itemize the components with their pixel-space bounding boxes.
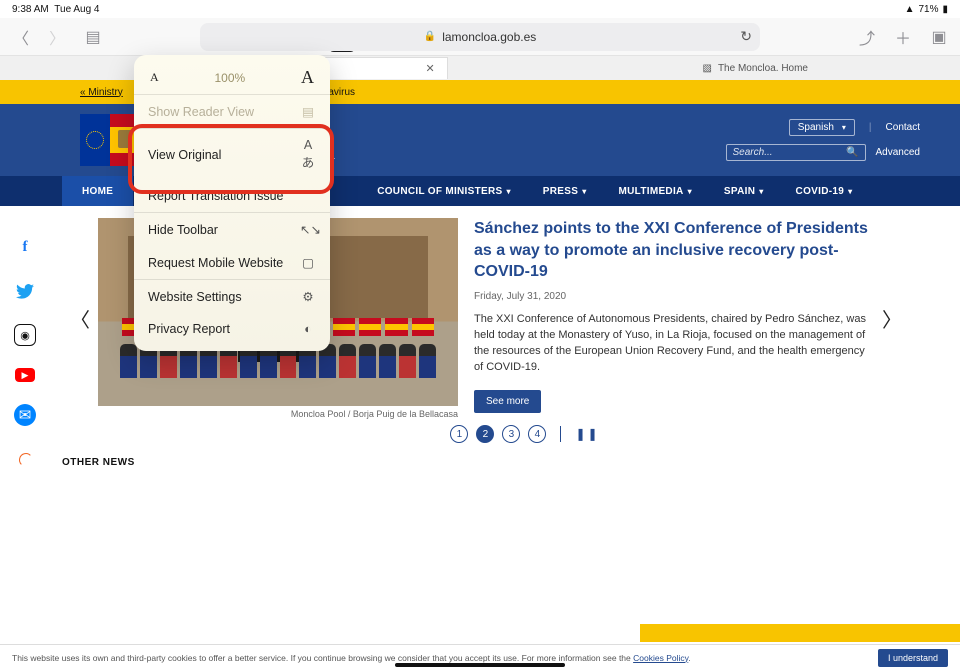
share-button[interactable]: ⤴ [856, 26, 878, 48]
nav-item[interactable]: PRESS▾ [527, 176, 603, 206]
zoom-level: 100% [214, 71, 245, 85]
chevron-down-icon: ▾ [688, 187, 692, 196]
nav-item[interactable]: MULTIMEDIA▾ [603, 176, 708, 206]
other-news-heading: OTHER NEWS [62, 457, 960, 468]
page-settings-popover: A 100% A Show Reader View▤ View Original… [134, 55, 330, 351]
pager-dot[interactable]: 4 [528, 425, 546, 443]
menu-show-reader: Show Reader View▤ [134, 95, 330, 128]
search-icon[interactable]: 🔍 [846, 147, 858, 158]
zoom-in-button[interactable]: A [301, 67, 314, 88]
address-domain: lamoncloa.gob.es [442, 30, 536, 44]
nav-home[interactable]: HOME [62, 176, 133, 206]
translate-icon: Aあ [300, 138, 316, 171]
reader-icon: ▤ [300, 104, 316, 119]
menu-report-translation[interactable]: Report Translation Issue [134, 180, 330, 212]
menu-privacy-report[interactable]: Privacy Report◐ [134, 313, 330, 345]
menu-website-settings[interactable]: Website Settings⚙ [134, 280, 330, 313]
battery-percent: 71% [918, 4, 938, 15]
cookies-policy-link[interactable]: Cookies Policy [633, 653, 688, 663]
pager-dot[interactable]: 2 [476, 425, 494, 443]
zoom-out-button[interactable]: A [150, 70, 159, 85]
shield-icon: ◐ [300, 322, 316, 336]
nav-item[interactable]: COVID-19▾ [780, 176, 869, 206]
back-button[interactable]: 〈 [10, 26, 32, 48]
facebook-icon[interactable]: f [14, 236, 36, 258]
carousel-pager: 1 2 3 4 ❚❚ [0, 425, 960, 443]
reload-button[interactable]: ↻ [740, 28, 752, 45]
cookies-accept-button[interactable]: I understand [878, 649, 948, 667]
contact-link[interactable]: Contact [886, 122, 920, 133]
section-underline [640, 624, 960, 642]
banner-link[interactable]: « Ministry [80, 87, 123, 98]
language-select[interactable]: Spanish▾ [789, 119, 855, 136]
address-bar[interactable]: 🔒 lamoncloa.gob.es ↻ [200, 23, 760, 51]
nav-item[interactable]: COUNCIL OF MINISTERS▾ [361, 176, 527, 206]
search-box[interactable]: 🔍 [726, 144, 866, 161]
social-rail: f ◉ ▶ ✉ ◠ [14, 236, 36, 470]
wifi-icon: ▲ [905, 4, 915, 15]
instagram-icon[interactable]: ◉ [14, 324, 36, 346]
pager-dot[interactable]: 3 [502, 425, 520, 443]
messenger-icon[interactable]: ✉ [14, 404, 36, 426]
carousel-prev-button[interactable]: 〈 [62, 304, 98, 333]
battery-icon: ▮ [942, 4, 948, 15]
menu-view-original[interactable]: View OriginalAあ [134, 129, 330, 180]
article-summary: The XXI Conference of Autonomous Preside… [474, 312, 868, 376]
search-input[interactable] [733, 147, 833, 158]
home-indicator[interactable] [395, 663, 565, 667]
youtube-icon[interactable]: ▶ [15, 368, 35, 382]
forward-button[interactable]: 〉 [46, 26, 68, 48]
chevron-down-icon: ▾ [842, 123, 846, 132]
chevron-down-icon: ▾ [506, 187, 510, 196]
ipad-status-bar: 9:38 AM Tue Aug 4 ▲ 71% ▮ [0, 0, 960, 18]
chevron-down-icon: ▾ [582, 187, 586, 196]
chevron-down-icon: ▾ [759, 187, 763, 196]
menu-hide-toolbar[interactable]: Hide Toolbar↖↘ [134, 213, 330, 246]
arrows-icon: ↖↘ [300, 222, 316, 237]
photo-caption: Moncloa Pool / Borja Puig de la Bellacas… [98, 406, 458, 419]
cookie-text: This website uses its own and third-part… [12, 653, 633, 663]
lock-icon: 🔒 [424, 31, 436, 42]
advanced-search-link[interactable]: Advanced [876, 147, 920, 158]
status-time: 9:38 AM [12, 4, 49, 15]
close-tab-icon[interactable]: ✕ [425, 62, 434, 75]
new-tab-button[interactable]: ＋ [892, 26, 914, 48]
rss-icon[interactable]: ◠ [9, 443, 40, 474]
tab-other[interactable]: ▧ The Moncloa. Home [691, 57, 821, 79]
safari-toolbar: 〈 〉 ▤ Aあ 🔒 lamoncloa.gob.es ↻ ⤴ ＋ ▣ [0, 18, 960, 56]
menu-request-mobile[interactable]: Request Mobile Website▢ [134, 246, 330, 279]
pager-dot[interactable]: 1 [450, 425, 468, 443]
nav-item[interactable]: SPAIN▾ [708, 176, 780, 206]
twitter-icon[interactable] [14, 280, 36, 302]
pager-pause-button[interactable]: ❚❚ [575, 427, 599, 441]
sidebar-button[interactable]: ▤ [82, 26, 104, 48]
gear-icon: ⚙ [300, 289, 316, 304]
article-headline[interactable]: Sánchez points to the XXI Conference of … [474, 218, 868, 283]
pager-separator [560, 426, 561, 442]
device-icon: ▢ [300, 255, 316, 270]
chevron-down-icon: ▾ [848, 187, 852, 196]
tab-other-label: The Moncloa. Home [718, 63, 808, 74]
eu-flag-icon [80, 114, 110, 166]
carousel-next-button[interactable]: 〉 [874, 304, 910, 333]
status-date: Tue Aug 4 [54, 4, 99, 15]
see-more-button[interactable]: See more [474, 390, 541, 413]
tabs-button[interactable]: ▣ [928, 26, 950, 48]
article-date: Friday, July 31, 2020 [474, 291, 868, 302]
tab-favicon-icon: ▧ [703, 63, 712, 74]
